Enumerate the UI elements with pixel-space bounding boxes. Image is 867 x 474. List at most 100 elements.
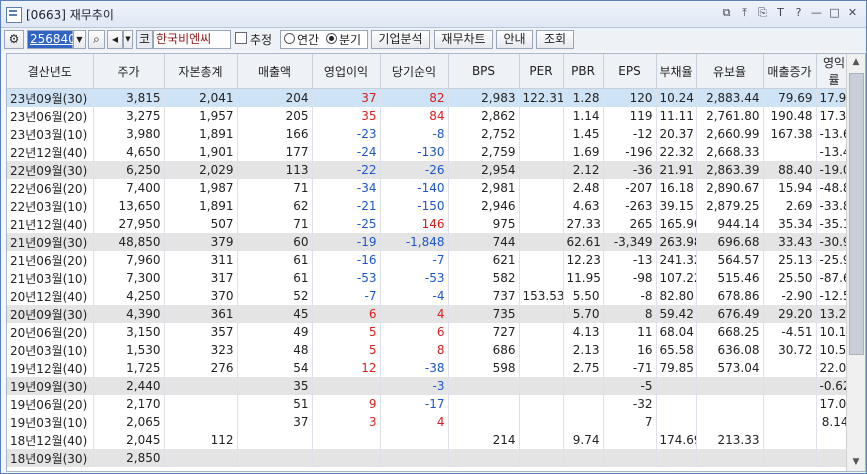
- table-row[interactable]: 23년09월(30) 3,815 2,041 204 37 82 2,983 122.31 1.…: [7, 88, 853, 107]
- table-row[interactable]: 19년06월(20) 2,170 51 9 -17 -32 17.06: [7, 395, 853, 413]
- table-row[interactable]: 22년12월(40) 4,650 1,901 177 -24 -130 2,759 1.69-…: [7, 143, 853, 161]
- table-cell: [763, 413, 817, 431]
- column-header[interactable]: 매출증가: [763, 54, 817, 89]
- table-cell: 4,390: [93, 305, 165, 323]
- scroll-up-icon[interactable]: ▲: [847, 54, 865, 71]
- table-cell: [519, 179, 564, 197]
- table-cell: 1,891: [164, 197, 238, 215]
- table-row[interactable]: 18년12월(40)2,045112 214 9.74 174.69213.33: [7, 431, 853, 449]
- search-icon[interactable]: ⌕: [88, 30, 105, 49]
- table-cell: -36: [603, 161, 657, 179]
- table-cell: 20.37: [656, 125, 697, 143]
- table-row[interactable]: 22년06월(20) 7,400 1,987 71 -34 -140 2,981 2.48 -2…: [7, 179, 853, 197]
- settings-gear-icon[interactable]: ⚙: [4, 30, 24, 49]
- table-row[interactable]: 22년03월(10) 13,650 1,891 62 -21 -150 2,946 4.63-…: [7, 197, 853, 215]
- company-analysis-button[interactable]: 기업분석: [371, 30, 430, 49]
- table-cell: 167.38: [763, 125, 817, 143]
- table-cell: 20년03월(10): [7, 341, 94, 359]
- table-cell: 737: [448, 287, 520, 305]
- vertical-scrollbar[interactable]: ▲ ▼: [846, 54, 865, 471]
- table-cell: -25: [312, 215, 381, 233]
- column-header[interactable]: 결산년도: [7, 54, 94, 89]
- table-cell: 4: [380, 413, 449, 431]
- table-row[interactable]: 23년06월(20) 3,275 1,957 205 35 84 2,862 1.14 119 1…: [7, 107, 853, 125]
- table-row[interactable]: 21년12월(40) 27,950 507 71 -25 146 975 27.33 265 16…: [7, 215, 853, 233]
- table-cell: 79.69: [763, 88, 817, 107]
- speaker-dropdown-icon[interactable]: ▼: [123, 30, 133, 49]
- table-cell: 7,400: [93, 179, 165, 197]
- guide-button[interactable]: 안내: [496, 30, 533, 49]
- stock-code-input[interactable]: 256840: [27, 30, 76, 49]
- table-cell: 7,960: [93, 251, 165, 269]
- t-icon[interactable]: T: [773, 5, 788, 21]
- table-cell: -150: [380, 197, 449, 215]
- link-icon[interactable]: ⧉: [719, 5, 734, 21]
- table-cell: [696, 413, 764, 431]
- column-header[interactable]: 자본총계: [164, 54, 238, 89]
- table-cell: 3,150: [93, 323, 165, 341]
- table-cell: 636.08: [696, 341, 764, 359]
- speaker-icon[interactable]: ◂: [107, 30, 123, 49]
- column-header[interactable]: 매출액: [237, 54, 313, 89]
- minimize-icon[interactable]: —: [809, 5, 824, 21]
- table-cell: [448, 413, 520, 431]
- table-cell: 54: [237, 359, 313, 377]
- table-cell: 113: [237, 161, 313, 179]
- financial-grid[interactable]: 결산년도 주가 자본총계 매출액 영업이익 당기순익 BPS PER PBR EPS 부채율 유보율 매…: [6, 53, 866, 472]
- column-header[interactable]: PBR: [563, 54, 604, 89]
- annual-radio[interactable]: [284, 33, 295, 44]
- column-header[interactable]: 유보율: [696, 54, 764, 89]
- table-cell: -8: [380, 125, 449, 143]
- table-row[interactable]: 20년06월(20) 3,150 357 49 5 6 727 4.13 11 68.04 668.…: [7, 323, 853, 341]
- table-cell: 744: [448, 233, 520, 251]
- table-cell: 582: [448, 269, 520, 287]
- table-row[interactable]: 21년03월(10) 7,300 317 61 -53 -53 582 11.95 -98 107…: [7, 269, 853, 287]
- financial-chart-button[interactable]: 재무차트: [434, 30, 493, 49]
- table-row[interactable]: 18년09월(30) 2,850: [7, 449, 853, 467]
- column-header[interactable]: 영업이익: [312, 54, 381, 89]
- copy-icon[interactable]: ⎘: [755, 5, 770, 21]
- table-cell: [519, 125, 564, 143]
- table-row[interactable]: 19년09월(30) 2,440 35 -3 -5 -0.62: [7, 377, 853, 395]
- quarter-radio[interactable]: [326, 33, 337, 44]
- column-header[interactable]: 당기순익: [380, 54, 449, 89]
- table-row[interactable]: 19년03월(10) 2,065 37 3 4 7 8.14: [7, 413, 853, 431]
- column-header[interactable]: 부채율: [656, 54, 697, 89]
- table-row[interactable]: 20년12월(40) 4,250 370 52 -7 -4 737 153.53 5.50 -8 8…: [7, 287, 853, 305]
- scroll-thumb[interactable]: [849, 73, 864, 355]
- help-icon[interactable]: ?: [791, 5, 806, 21]
- column-header[interactable]: 주가: [93, 54, 165, 89]
- table-row[interactable]: 23년03월(10) 3,980 1,891 166 -23 -8 2,752 1.45 -12…: [7, 125, 853, 143]
- table-cell: 39.15: [656, 197, 697, 215]
- maximize-icon[interactable]: □: [827, 5, 842, 21]
- table-row[interactable]: 21년09월(30) 48,850 379 60 -19 -1,848 744 62.61 -3…: [7, 233, 853, 251]
- table-row[interactable]: 20년03월(10) 1,530 323 48 5 8 686 2.13 16 65.58 636.…: [7, 341, 853, 359]
- company-name-field[interactable]: 한국비엔씨: [153, 30, 231, 49]
- table-row[interactable]: 19년12월(40) 1,725 276 54 12 -38 598 2.75 -71 79.85…: [7, 359, 853, 377]
- column-header[interactable]: BPS: [448, 54, 520, 89]
- estimate-checkbox[interactable]: [235, 32, 247, 44]
- scroll-down-icon[interactable]: ▼: [847, 454, 865, 471]
- code-dropdown-icon[interactable]: ▼: [73, 30, 86, 49]
- table-row[interactable]: 22년09월(30) 6,250 2,029 113 -22 -26 2,954 2.12 -3…: [7, 161, 853, 179]
- table-cell: 22년06월(20): [7, 179, 94, 197]
- table-cell: 21년03월(10): [7, 269, 94, 287]
- table-cell: [448, 395, 520, 413]
- table-row[interactable]: 21년06월(20) 7,960 311 61 -16 -7 621 12.23 -13 241.…: [7, 251, 853, 269]
- pin-icon[interactable]: ⤒: [737, 5, 752, 21]
- query-button[interactable]: 조회: [536, 30, 574, 49]
- table-cell: 727: [448, 323, 520, 341]
- column-header[interactable]: EPS: [603, 54, 657, 89]
- table-cell: 49: [237, 323, 313, 341]
- close-icon[interactable]: ✕: [845, 5, 860, 21]
- table-cell: [448, 449, 520, 467]
- table-cell: 2,862: [448, 107, 520, 125]
- table-cell: -17: [380, 395, 449, 413]
- table-cell: [519, 269, 564, 287]
- column-header[interactable]: PER: [519, 54, 564, 89]
- table-cell: 65.58: [656, 341, 697, 359]
- table-cell: -7: [312, 287, 381, 305]
- table-row[interactable]: 20년09월(30) 4,390 361 45 6 4 735 5.70 8 59.42 676.4…: [7, 305, 853, 323]
- table-cell: [519, 161, 564, 179]
- table-cell: 370: [164, 287, 238, 305]
